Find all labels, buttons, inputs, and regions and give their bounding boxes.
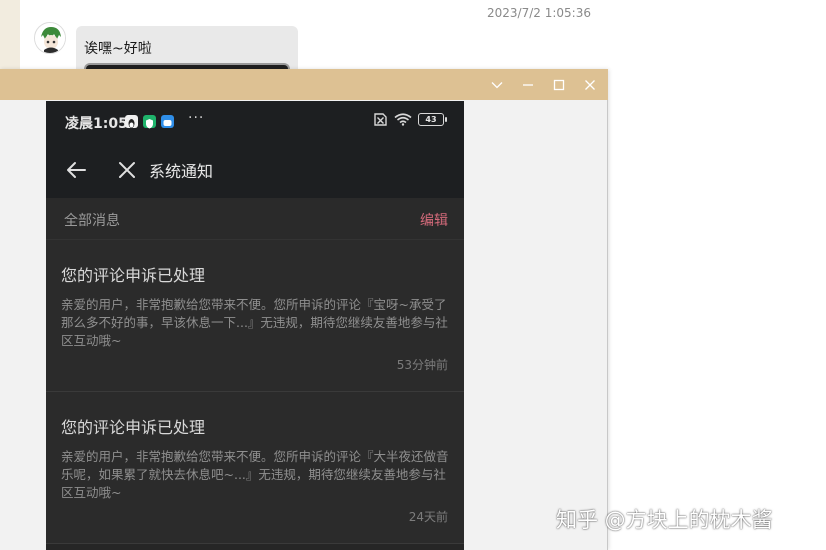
notification-time: 53分钟前: [396, 358, 448, 372]
status-more-icon: ···: [188, 110, 205, 126]
viewer-titlebar[interactable]: [0, 69, 608, 100]
window-close-button[interactable]: [574, 69, 605, 100]
window-maximize-button[interactable]: [543, 69, 574, 100]
chevron-down-icon: [491, 81, 502, 88]
close-x-icon: [119, 162, 135, 178]
notification-title: 您的评论申诉已处理: [61, 418, 206, 437]
window-minimize-button[interactable]: [512, 69, 543, 100]
chat-timestamp: 2023/7/2 1:05:36: [487, 6, 591, 20]
back-arrow-icon: [67, 162, 86, 178]
filter-bar: 全部消息 编辑: [46, 198, 464, 240]
avatar[interactable]: [34, 22, 66, 54]
battery-level: 43: [425, 115, 437, 124]
shield-app-icon: [143, 115, 156, 129]
close-page-button[interactable]: [114, 157, 140, 183]
minimize-icon: [522, 83, 533, 86]
phone-screenshot: 凌晨1:05 ··· 43 系统通知 全部消息 编辑 您的评论申诉已处理 亲爱的…: [46, 101, 464, 550]
status-icons: 43: [372, 113, 447, 126]
notification-body: 亲爱的用户，非常抱歉给您带来不便。您所申诉的评论『宝呀~承受了那么多不好的事，早…: [61, 297, 448, 348]
app-header: 系统通知: [46, 143, 464, 198]
message-app-icon: [161, 115, 174, 128]
notification-item[interactable]: 您的评论申诉已处理 亲爱的用户，非常抱歉给您带来不便。您所申诉的评论『宝呀~承受…: [46, 240, 464, 392]
back-button[interactable]: [64, 157, 90, 183]
notification-time: 24天前: [408, 510, 448, 524]
maximize-icon: [553, 79, 564, 90]
notification-item[interactable]: 您的评论申诉已处理 亲爱的用户，非常抱歉给您带来不便。您所申诉的评论『大半夜还做…: [46, 392, 464, 544]
avatar-anime-icon: [35, 23, 65, 53]
notification-title: 您的评论申诉已处理: [61, 266, 206, 285]
chat-message-text: 诶嘿~好啦: [84, 41, 152, 57]
notification-body: 亲爱的用户，非常抱歉给您带来不便。您所申诉的评论『大半夜还做音乐呢，如果累了就快…: [61, 449, 449, 500]
filter-all-messages[interactable]: 全部消息: [64, 210, 120, 230]
close-icon: [584, 79, 595, 90]
image-viewer-window: 凌晨1:05 ··· 43 系统通知 全部消息 编辑 您的评论申诉已处理 亲爱的…: [0, 69, 608, 550]
window-dropdown-button[interactable]: [481, 69, 512, 100]
status-time: 凌晨1:05: [65, 116, 128, 132]
status-bar: 凌晨1:05 ··· 43: [46, 101, 464, 143]
wifi-icon: [394, 113, 412, 126]
sim-off-icon: [374, 113, 387, 126]
qq-app-icon: [125, 115, 138, 128]
page-title: 系统通知: [149, 162, 214, 181]
battery-icon: 43: [418, 113, 447, 126]
watermark: 知乎 @方块上的枕木酱: [556, 508, 773, 532]
edit-button[interactable]: 编辑: [420, 210, 448, 230]
